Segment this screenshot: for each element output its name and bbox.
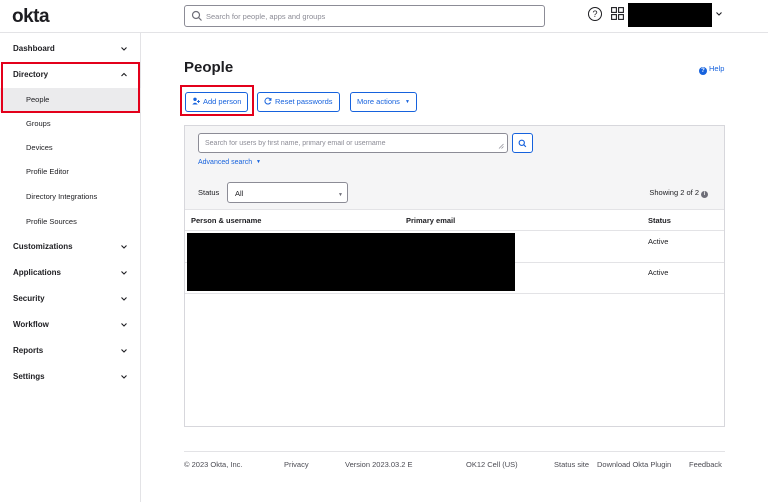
sidebar-item-directory-integrations[interactable]: Directory Integrations (0, 185, 141, 209)
footer-copyright: © 2023 Okta, Inc. (184, 460, 243, 469)
top-bar: okta ? (0, 0, 768, 33)
footer-download-plugin-link[interactable]: Download Okta Plugin (597, 460, 671, 469)
footer-divider (184, 451, 725, 452)
page-title: People (184, 59, 234, 76)
help-link[interactable]: ? Help (699, 64, 724, 75)
sidebar-item-label: Devices (26, 143, 53, 152)
footer-feedback-link[interactable]: Feedback (689, 460, 722, 469)
sidebar-section-applications[interactable]: Applications (0, 260, 141, 286)
resize-grip-icon (498, 143, 504, 149)
advanced-search-label: Advanced search (198, 159, 253, 166)
user-search-input[interactable] (205, 137, 495, 150)
chevron-down-icon (121, 375, 127, 379)
divider (185, 230, 724, 231)
sidebar-section-dashboard[interactable]: Dashboard (0, 36, 141, 62)
global-search[interactable] (184, 5, 545, 27)
sidebar-section-label: Security (13, 294, 45, 303)
main-content: People ? Help Add person Reset passwords … (141, 33, 768, 502)
chevron-down-icon (121, 245, 127, 249)
divider (185, 293, 724, 294)
sidebar: Dashboard Directory People Groups Device… (0, 33, 141, 502)
sidebar-item-label: Profile Sources (26, 217, 77, 226)
chevron-down-icon (121, 271, 127, 275)
more-actions-button[interactable]: More actions ▼ (350, 92, 417, 112)
help-link-label: Help (709, 64, 725, 73)
sidebar-section-label: Applications (13, 268, 62, 277)
sidebar-section-label: Customizations (13, 242, 73, 251)
sidebar-item-label: Profile Editor (26, 167, 69, 176)
sidebar-item-label: Groups (26, 119, 51, 128)
chevron-down-icon[interactable] (715, 10, 723, 18)
chevron-down-icon (121, 349, 127, 353)
directory-highlight-box (1, 62, 140, 113)
sidebar-section-workflow[interactable]: Workflow (0, 312, 141, 338)
more-actions-label: More actions (357, 97, 400, 106)
row-status: Active (648, 268, 669, 277)
sidebar-section-security[interactable]: Security (0, 286, 141, 312)
footer-status-site-link[interactable]: Status site (554, 460, 589, 469)
sidebar-section-label: Reports (13, 346, 44, 355)
advanced-search-link[interactable]: Advanced search ▼ (198, 159, 261, 166)
column-header-email[interactable]: Primary email (406, 216, 455, 225)
sidebar-item-profile-editor[interactable]: Profile Editor (0, 160, 141, 184)
sidebar-item-groups[interactable]: Groups (0, 112, 141, 136)
caret-down-icon: ▼ (338, 192, 343, 198)
reset-passwords-button[interactable]: Reset passwords (257, 92, 340, 112)
people-panel: Advanced search ▼ Status All ▼ Showing 2… (184, 125, 725, 427)
status-filter-value: All (235, 189, 244, 198)
showing-count: Showing 2 of 2i (649, 188, 708, 198)
search-button[interactable] (512, 133, 533, 153)
user-search-field[interactable] (198, 133, 508, 153)
status-filter-select[interactable]: All ▼ (227, 182, 348, 203)
chevron-down-icon (121, 47, 127, 51)
column-header-status[interactable]: Status (648, 216, 671, 225)
search-icon (191, 10, 202, 21)
sidebar-item-profile-sources[interactable]: Profile Sources (0, 210, 141, 234)
sidebar-item-label: Directory Integrations (26, 192, 98, 201)
refresh-icon (264, 93, 272, 111)
info-icon[interactable]: i (701, 191, 708, 198)
row-status: Active (648, 237, 669, 246)
caret-down-icon: ▼ (256, 159, 261, 165)
chevron-down-icon (121, 323, 127, 327)
footer-cell: OK12 Cell (US) (466, 460, 518, 469)
help-icon: ? (699, 67, 707, 75)
global-search-input[interactable] (206, 9, 536, 23)
sidebar-item-devices[interactable]: Devices (0, 136, 141, 160)
sidebar-section-reports[interactable]: Reports (0, 338, 141, 364)
footer-version: Version 2023.03.2 E (345, 460, 413, 469)
redacted-user-data (187, 233, 515, 291)
sidebar-section-settings[interactable]: Settings (0, 364, 141, 390)
reset-passwords-label: Reset passwords (275, 97, 333, 106)
user-menu-redacted[interactable] (628, 3, 712, 27)
sidebar-section-customizations[interactable]: Customizations (0, 234, 141, 260)
filter-area: Advanced search ▼ Status All ▼ Showing 2… (185, 126, 724, 210)
sidebar-section-label: Dashboard (13, 44, 55, 53)
column-header-person[interactable]: Person & username (191, 216, 261, 225)
search-icon (518, 139, 527, 147)
app-grid-icon[interactable] (611, 7, 624, 20)
status-filter-label: Status (198, 188, 220, 197)
help-icon[interactable]: ? (588, 7, 602, 21)
chevron-down-icon (121, 297, 127, 301)
add-person-highlight-box (180, 85, 254, 116)
okta-logo[interactable]: okta (12, 6, 50, 28)
sidebar-section-label: Settings (13, 372, 45, 381)
showing-count-text: Showing 2 of 2 (649, 188, 699, 197)
caret-down-icon: ▼ (405, 99, 410, 105)
sidebar-section-label: Workflow (13, 320, 49, 329)
footer-privacy-link[interactable]: Privacy (284, 460, 309, 469)
